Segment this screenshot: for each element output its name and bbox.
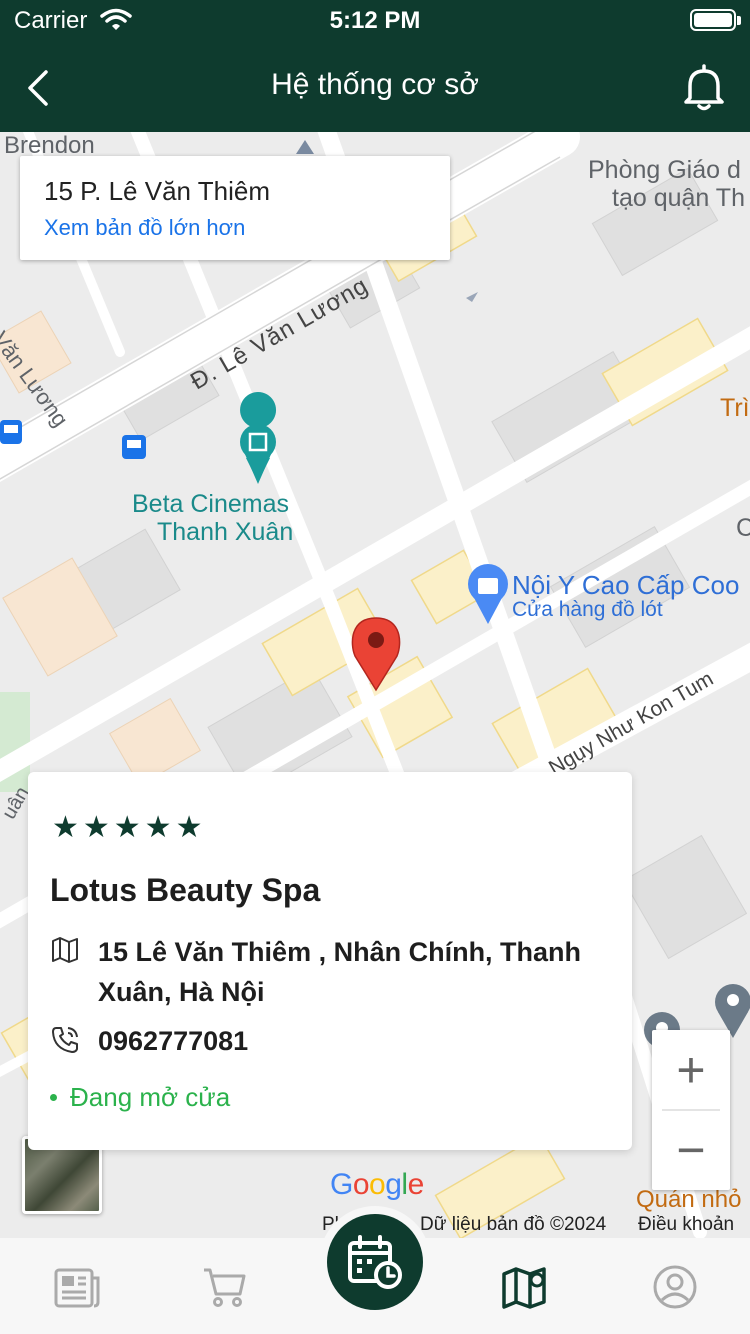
place-name: Lotus Beauty Spa	[50, 872, 321, 908]
status-bar: Carrier 5:12 PM	[0, 0, 750, 40]
page-title: Hệ thống cơ sở	[271, 68, 479, 101]
profile-icon[interactable]	[650, 1262, 700, 1312]
map-poi-label: Nội Y Cao Cấp Coo	[512, 570, 740, 600]
map-attribution: Dữ liệu bản đồ ©2024	[420, 1214, 607, 1235]
map-address-card: 15 P. Lê Văn Thiêm Xem bản đồ lớn hơn	[20, 156, 450, 260]
status-time: 5:12 PM	[329, 7, 421, 34]
map-poi-label: Beta Cinemas	[132, 490, 290, 518]
battery-tip	[737, 16, 741, 25]
map-label: tạo quận Th	[612, 184, 745, 212]
map-label: C	[736, 514, 750, 542]
place-address: 15 Lê Văn Thiêm , Nhân Chính, Thanh Xuân…	[98, 937, 582, 1007]
phone-icon	[52, 1027, 78, 1053]
open-status: Đang mở cửa	[70, 1082, 231, 1112]
booking-calendar-button[interactable]	[327, 1214, 423, 1310]
zoom-out-button[interactable]: −	[652, 1110, 730, 1190]
battery-icon	[690, 9, 736, 31]
booking-calendar-icon	[348, 1235, 402, 1289]
view-larger-map-link[interactable]: Xem bản đồ lớn hơn	[44, 215, 426, 241]
map-address-icon	[52, 937, 78, 963]
open-status-dot	[50, 1094, 57, 1101]
map-poi-label: Quán nhỏ	[636, 1186, 742, 1213]
news-icon[interactable]	[52, 1262, 102, 1312]
rating-stars: ★★★★★	[52, 811, 207, 844]
place-info-card[interactable]: ★★★★★ Lotus Beauty Spa 15 Lê Văn Thiêm ,…	[28, 772, 632, 1150]
google-logo: Google	[330, 1168, 424, 1201]
place-phone[interactable]: 0962777081	[98, 1026, 248, 1057]
map-poi-label: Cửa hàng đồ lót	[512, 598, 663, 621]
bell-icon[interactable]	[682, 62, 726, 112]
map-terms-link[interactable]: Điều khoản	[638, 1214, 734, 1236]
app-header: Carrier 5:12 PM Hệ thống cơ sở	[0, 0, 750, 132]
map-address-title: 15 P. Lê Văn Thiêm	[44, 176, 270, 206]
map-label: Trì	[720, 394, 750, 422]
map-label: Phòng Giáo d	[588, 156, 741, 184]
zoom-controls: + −	[652, 1030, 730, 1190]
map-icon[interactable]	[500, 1262, 550, 1312]
zoom-in-button[interactable]: +	[652, 1030, 730, 1110]
map-poi-label: Thanh Xuân	[157, 518, 294, 546]
cart-icon[interactable]	[200, 1262, 250, 1312]
